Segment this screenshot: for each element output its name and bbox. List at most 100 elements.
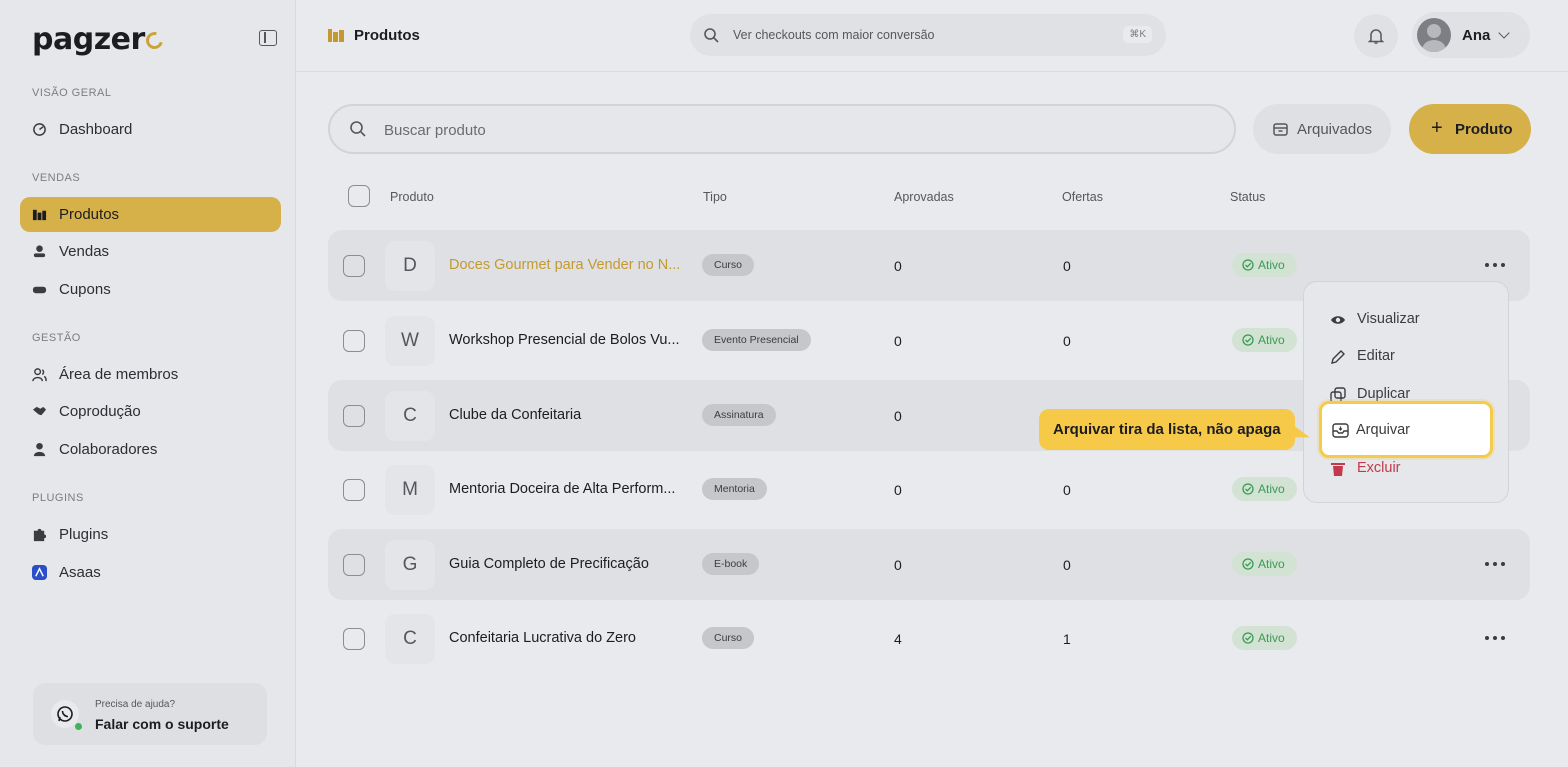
sidebar-item-label: Colaboradores (59, 441, 158, 458)
check-circle-icon (1242, 558, 1254, 570)
product-thumbnail: C (385, 614, 435, 664)
offers-count: 0 (1063, 333, 1071, 349)
products-icon (32, 209, 47, 221)
column-header-aprovadas[interactable]: Aprovadas (894, 190, 954, 204)
offers-count: 0 (1063, 258, 1071, 274)
column-header-status[interactable]: Status (1230, 190, 1265, 204)
archive-box-icon (1273, 123, 1288, 136)
sidebar-item-label: Área de membros (59, 366, 179, 383)
menu-item-archive[interactable]: Arquivar (1319, 401, 1493, 458)
table-row[interactable]: C Confeitaria Lucrativa do Zero Curso 4 … (328, 603, 1530, 674)
sidebar-item-colaboradores[interactable]: Colaboradores (20, 432, 281, 467)
check-circle-icon (1242, 259, 1254, 271)
row-checkbox[interactable] (343, 330, 365, 352)
status-label: Ativo (1258, 333, 1285, 347)
section-label-gestao: GESTÃO (32, 332, 81, 344)
status-badge: Ativo (1232, 626, 1297, 650)
topbar: Produtos Ver checkouts com maior convers… (296, 0, 1568, 72)
row-actions-button[interactable] (1485, 257, 1505, 273)
brand-logo[interactable]: pagzer (32, 22, 166, 57)
sidebar-item-area-de-membros[interactable]: Área de membros (20, 357, 281, 392)
handshake-icon (32, 406, 47, 416)
product-thumbnail: W (385, 316, 435, 366)
status-label: Ativo (1258, 631, 1285, 645)
support-card[interactable]: Precisa de ajuda? Falar com o suporte (33, 683, 267, 745)
status-label: Ativo (1258, 258, 1285, 272)
online-indicator (75, 723, 82, 730)
sidebar-item-asaas[interactable]: Asaas (20, 555, 281, 590)
support-link[interactable]: Falar com o suporte (95, 716, 229, 732)
avatar (1417, 18, 1451, 52)
product-name[interactable]: Confeitaria Lucrativa do Zero (449, 630, 636, 646)
trash-icon (1331, 463, 1345, 476)
table-row[interactable]: G Guia Completo de Precificação E-book 0… (328, 529, 1530, 600)
approved-count: 0 (894, 333, 902, 349)
product-thumbnail: M (385, 465, 435, 515)
asaas-icon (32, 565, 47, 580)
row-actions-menu: Visualizar Editar Duplicar Excluir (1303, 281, 1509, 503)
sidebar-item-label: Produtos (59, 206, 120, 223)
sidebar-item-cupons[interactable]: Cupons (20, 272, 281, 307)
user-menu-button[interactable]: Ana (1412, 12, 1530, 58)
global-search-input[interactable]: Ver checkouts com maior conversão ⌘K (690, 14, 1166, 56)
offers-count: 1 (1063, 631, 1071, 647)
menu-item-label: Excluir (1357, 460, 1401, 476)
offers-count: 0 (1063, 557, 1071, 573)
product-name[interactable]: Mentoria Doceira de Alta Perform... (449, 481, 675, 497)
sidebar-item-label: Cupons (59, 281, 111, 298)
puzzle-icon (33, 528, 47, 542)
column-header-ofertas[interactable]: Ofertas (1062, 190, 1103, 204)
product-name[interactable]: Clube da Confeitaria (449, 407, 581, 423)
row-actions-button[interactable] (1485, 556, 1505, 572)
add-product-button[interactable]: + Produto (1409, 104, 1531, 154)
row-checkbox[interactable] (343, 628, 365, 650)
row-actions-button[interactable] (1485, 630, 1505, 646)
product-search-input[interactable]: Buscar produto (328, 104, 1236, 154)
approved-count: 0 (894, 557, 902, 573)
notifications-button[interactable] (1354, 14, 1398, 58)
breadcrumb: Produtos (354, 27, 420, 44)
menu-item-label: Arquivar (1356, 422, 1410, 438)
column-header-tipo[interactable]: Tipo (703, 190, 727, 204)
search-icon (704, 28, 719, 43)
section-label-vendas: VENDAS (32, 172, 81, 184)
check-circle-icon (1242, 334, 1254, 346)
sidebar-item-label: Asaas (59, 564, 101, 581)
support-caption: Precisa de ajuda? (95, 699, 176, 710)
row-checkbox[interactable] (343, 255, 365, 277)
chevron-down-icon (1498, 27, 1510, 39)
user-icon (33, 442, 46, 457)
sidebar-item-vendas[interactable]: Vendas (20, 234, 281, 269)
archived-button[interactable]: Arquivados (1253, 104, 1391, 154)
sidebar: pagzer VISÃO GERAL Dashboard VENDAS Prod… (0, 0, 296, 767)
archive-icon (1332, 423, 1349, 438)
coupon-icon (32, 286, 47, 294)
sidebar-item-label: Coprodução (59, 403, 141, 420)
product-name[interactable]: Workshop Presencial de Bolos Vu... (449, 332, 680, 348)
product-name[interactable]: Guia Completo de Precificação (449, 556, 649, 572)
column-header-produto[interactable]: Produto (390, 190, 434, 204)
status-label: Ativo (1258, 482, 1285, 496)
shortcut-badge: ⌘K (1123, 26, 1152, 43)
sidebar-item-produtos[interactable]: Produtos (20, 197, 281, 232)
status-badge: Ativo (1232, 253, 1297, 277)
select-all-checkbox[interactable] (348, 185, 370, 207)
product-name[interactable]: Doces Gourmet para Vender no N... (449, 257, 680, 273)
sidebar-item-label: Vendas (59, 243, 110, 260)
product-thumbnail: G (385, 540, 435, 590)
type-badge: E-book (702, 553, 760, 575)
add-product-label: Produto (1455, 121, 1513, 138)
collapse-sidebar-button[interactable] (259, 30, 277, 46)
row-checkbox[interactable] (343, 405, 365, 427)
status-badge: Ativo (1232, 552, 1297, 576)
sidebar-item-label: Plugins (59, 526, 109, 543)
approved-count: 0 (894, 482, 902, 498)
sidebar-item-dashboard[interactable]: Dashboard (20, 112, 281, 147)
approved-count: 0 (894, 408, 902, 424)
row-checkbox[interactable] (343, 554, 365, 576)
menu-item-label: Duplicar (1357, 386, 1411, 402)
product-thumbnail: C (385, 391, 435, 441)
row-checkbox[interactable] (343, 479, 365, 501)
sidebar-item-coproducao[interactable]: Coprodução (20, 394, 281, 429)
sidebar-item-plugins[interactable]: Plugins (20, 517, 281, 552)
